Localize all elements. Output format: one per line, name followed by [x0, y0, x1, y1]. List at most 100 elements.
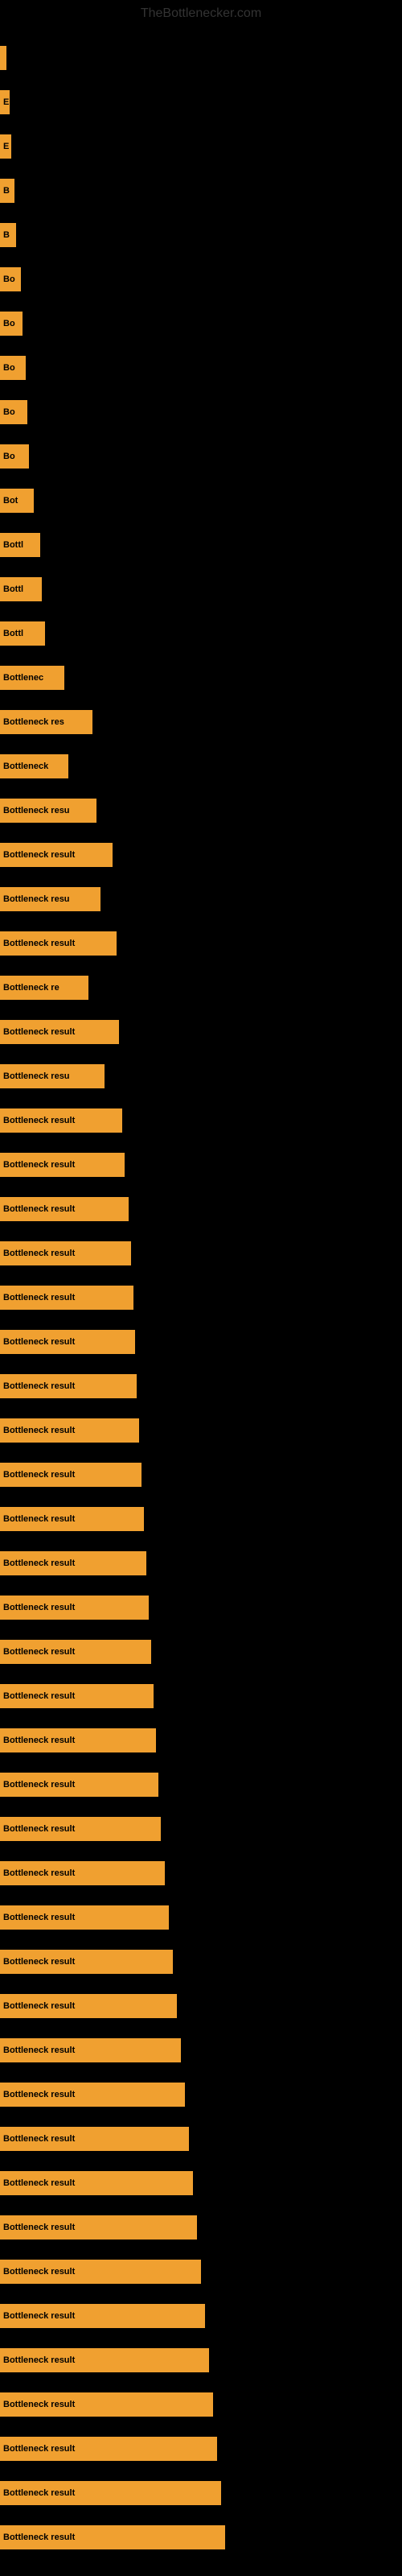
site-title: TheBottlenecker.com	[0, 0, 402, 27]
bar-label-43: Bottleneck result	[0, 1905, 169, 1930]
bar-row-50: Bottleneck result	[0, 2205, 402, 2249]
bar-row-20: Bottleneck resu	[0, 877, 402, 921]
bar-row-27: Bottleneck result	[0, 1187, 402, 1231]
bar-label-26: Bottleneck result	[0, 1153, 125, 1177]
bar-label-44: Bottleneck result	[0, 1950, 173, 1974]
bar-row-51: Bottleneck result	[0, 2249, 402, 2293]
bar-label-20: Bottleneck resu	[0, 887, 100, 911]
bar-label-10: Bo	[0, 444, 29, 469]
bar-label-23: Bottleneck result	[0, 1020, 119, 1044]
bar-label-21: Bottleneck result	[0, 931, 117, 956]
bar-label-47: Bottleneck result	[0, 2083, 185, 2107]
bar-row-19: Bottleneck result	[0, 832, 402, 877]
bar-label-5: B	[0, 223, 16, 247]
bar-row-40: Bottleneck result	[0, 1762, 402, 1806]
bar-row-16: Bottleneck res	[0, 700, 402, 744]
bar-row-8: Bo	[0, 345, 402, 390]
bar-label-13: Bottl	[0, 577, 42, 601]
bar-row-32: Bottleneck result	[0, 1408, 402, 1452]
bar-label-56: Bottleneck result	[0, 2481, 221, 2505]
bar-row-37: Bottleneck result	[0, 1629, 402, 1674]
bar-row-34: Bottleneck result	[0, 1496, 402, 1541]
bar-row-39: Bottleneck result	[0, 1718, 402, 1762]
bar-label-2: E	[0, 90, 10, 114]
bar-label-39: Bottleneck result	[0, 1728, 156, 1752]
bar-label-41: Bottleneck result	[0, 1817, 161, 1841]
bars-container: EEBBBoBoBoBoBoBotBottlBottlBottlBottlene…	[0, 27, 402, 2567]
bar-row-11: Bot	[0, 478, 402, 522]
bar-row-49: Bottleneck result	[0, 2161, 402, 2205]
bar-label-40: Bottleneck result	[0, 1773, 158, 1797]
bar-row-45: Bottleneck result	[0, 1984, 402, 2028]
bar-label-4: B	[0, 179, 14, 203]
bar-label-42: Bottleneck result	[0, 1861, 165, 1885]
bar-label-57: Bottleneck result	[0, 2525, 225, 2549]
bar-row-57: Bottleneck result	[0, 2515, 402, 2559]
bar-row-25: Bottleneck result	[0, 1098, 402, 1142]
bar-row-5: B	[0, 213, 402, 257]
bar-label-55: Bottleneck result	[0, 2437, 217, 2461]
bar-row-54: Bottleneck result	[0, 2382, 402, 2426]
bar-label-49: Bottleneck result	[0, 2171, 193, 2195]
bar-label-18: Bottleneck resu	[0, 799, 96, 823]
bar-row-33: Bottleneck result	[0, 1452, 402, 1496]
bar-label-27: Bottleneck result	[0, 1197, 129, 1221]
bar-row-17: Bottleneck	[0, 744, 402, 788]
bar-row-47: Bottleneck result	[0, 2072, 402, 2116]
bar-label-48: Bottleneck result	[0, 2127, 189, 2151]
bar-row-15: Bottlenec	[0, 655, 402, 700]
bar-row-29: Bottleneck result	[0, 1275, 402, 1319]
bar-label-34: Bottleneck result	[0, 1507, 144, 1531]
bar-row-12: Bottl	[0, 522, 402, 567]
bar-row-31: Bottleneck result	[0, 1364, 402, 1408]
bar-label-37: Bottleneck result	[0, 1640, 151, 1664]
bar-row-42: Bottleneck result	[0, 1851, 402, 1895]
bar-row-43: Bottleneck result	[0, 1895, 402, 1939]
bar-row-4: B	[0, 168, 402, 213]
bar-label-51: Bottleneck result	[0, 2260, 201, 2284]
bar-label-30: Bottleneck result	[0, 1330, 135, 1354]
bar-row-14: Bottl	[0, 611, 402, 655]
bar-label-53: Bottleneck result	[0, 2348, 209, 2372]
bar-row-36: Bottleneck result	[0, 1585, 402, 1629]
bar-label-32: Bottleneck result	[0, 1418, 139, 1443]
bar-label-35: Bottleneck result	[0, 1551, 146, 1575]
bar-label-50: Bottleneck result	[0, 2215, 197, 2240]
bar-row-23: Bottleneck result	[0, 1009, 402, 1054]
bar-label-3: E	[0, 134, 11, 159]
bar-label-7: Bo	[0, 312, 23, 336]
bar-label-22: Bottleneck re	[0, 976, 88, 1000]
bar-label-28: Bottleneck result	[0, 1241, 131, 1265]
bar-label-46: Bottleneck result	[0, 2038, 181, 2062]
bar-row-2: E	[0, 80, 402, 124]
bar-row-18: Bottleneck resu	[0, 788, 402, 832]
bar-row-13: Bottl	[0, 567, 402, 611]
bar-row-22: Bottleneck re	[0, 965, 402, 1009]
bar-label-16: Bottleneck res	[0, 710, 92, 734]
bar-row-48: Bottleneck result	[0, 2116, 402, 2161]
bar-row-35: Bottleneck result	[0, 1541, 402, 1585]
bar-label-8: Bo	[0, 356, 26, 380]
bar-row-44: Bottleneck result	[0, 1939, 402, 1984]
bar-label-25: Bottleneck result	[0, 1108, 122, 1133]
bar-row-41: Bottleneck result	[0, 1806, 402, 1851]
bar-row-55: Bottleneck result	[0, 2426, 402, 2471]
bar-label-36: Bottleneck result	[0, 1596, 149, 1620]
bar-label-33: Bottleneck result	[0, 1463, 142, 1487]
bar-row-10: Bo	[0, 434, 402, 478]
bar-row-7: Bo	[0, 301, 402, 345]
bar-label-15: Bottlenec	[0, 666, 64, 690]
bar-row-38: Bottleneck result	[0, 1674, 402, 1718]
bar-row-53: Bottleneck result	[0, 2338, 402, 2382]
bar-row-46: Bottleneck result	[0, 2028, 402, 2072]
bar-label-11: Bot	[0, 489, 34, 513]
bar-label-54: Bottleneck result	[0, 2392, 213, 2417]
bar-label-17: Bottleneck	[0, 754, 68, 778]
bar-row-24: Bottleneck resu	[0, 1054, 402, 1098]
bar-label-19: Bottleneck result	[0, 843, 113, 867]
bar-row-9: Bo	[0, 390, 402, 434]
bar-row-30: Bottleneck result	[0, 1319, 402, 1364]
bar-row-28: Bottleneck result	[0, 1231, 402, 1275]
bar-label-1	[0, 46, 6, 70]
bar-row-6: Bo	[0, 257, 402, 301]
